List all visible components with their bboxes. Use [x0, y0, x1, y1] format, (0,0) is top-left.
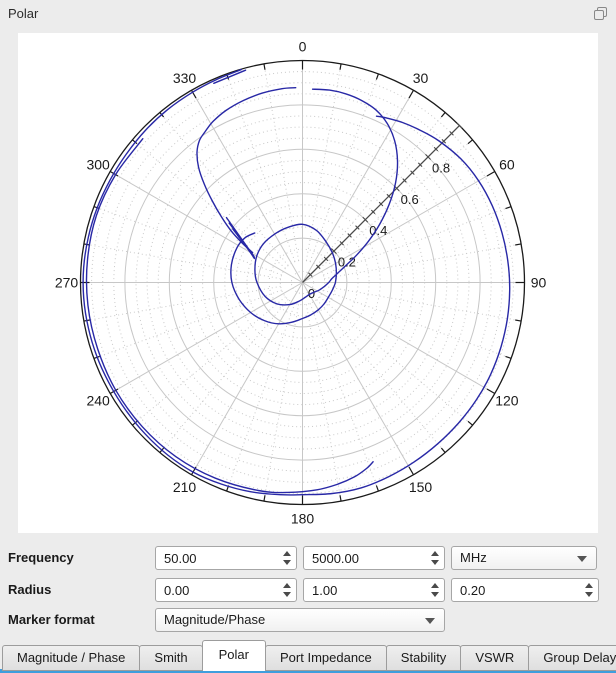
- svg-text:0.6: 0.6: [401, 192, 419, 207]
- marker-format-combobox[interactable]: Magnitude/Phase: [155, 608, 445, 632]
- frequency-stop-input[interactable]: [305, 548, 428, 568]
- svg-text:300: 300: [86, 157, 110, 173]
- tab-group-delay[interactable]: Group Delay: [528, 645, 616, 671]
- svg-text:210: 210: [173, 479, 197, 495]
- frequency-label: Frequency: [8, 550, 74, 565]
- spin-down-icon[interactable]: [430, 560, 439, 565]
- frequency-stop-spinbox[interactable]: [303, 546, 445, 570]
- svg-text:0: 0: [299, 39, 307, 55]
- dock-titlebar: Polar: [0, 0, 616, 28]
- tab-magnitude-phase[interactable]: Magnitude / Phase: [2, 645, 141, 671]
- spin-up-icon[interactable]: [282, 551, 291, 556]
- svg-text:120: 120: [495, 393, 519, 409]
- radius-label: Radius: [8, 582, 52, 597]
- spin-arrows[interactable]: [425, 579, 444, 601]
- svg-text:0.8: 0.8: [432, 160, 450, 175]
- polar-chart: 0 30 60 90 120 150 180 210 240 270 300 330 0 0.2 0.4 0.…: [18, 33, 598, 533]
- frequency-unit-combobox[interactable]: MHz: [451, 546, 597, 570]
- radius-step-spinbox[interactable]: [451, 578, 599, 602]
- tab-vswr[interactable]: VSWR: [460, 645, 530, 671]
- spin-down-icon[interactable]: [584, 592, 593, 597]
- svg-text:0.2: 0.2: [338, 255, 356, 270]
- svg-text:60: 60: [499, 157, 515, 173]
- spin-down-icon[interactable]: [282, 560, 291, 565]
- frequency-start-spinbox[interactable]: [155, 546, 297, 570]
- spin-arrows[interactable]: [277, 579, 296, 601]
- dock-title: Polar: [8, 6, 39, 21]
- spin-up-icon[interactable]: [584, 583, 593, 588]
- svg-text:180: 180: [291, 511, 315, 527]
- float-restore-icon[interactable]: [592, 5, 609, 22]
- spin-up-icon[interactable]: [282, 583, 291, 588]
- tab-polar[interactable]: Polar: [201, 640, 266, 671]
- radius-max-spinbox[interactable]: [303, 578, 445, 602]
- svg-text:30: 30: [413, 70, 429, 86]
- tab-smith[interactable]: Smith: [139, 645, 203, 671]
- tab-port-impedance[interactable]: Port Impedance: [265, 645, 387, 671]
- radius-min-spinbox[interactable]: [155, 578, 297, 602]
- svg-text:90: 90: [531, 275, 547, 291]
- chevron-down-icon: [577, 556, 587, 562]
- radius-min-input[interactable]: [157, 580, 280, 600]
- polar-chart-svg: 030609012015018021024027030033000.20.40.…: [55, 39, 547, 527]
- radius-max-input[interactable]: [305, 580, 428, 600]
- chevron-down-icon: [425, 618, 435, 624]
- radius-step-input[interactable]: [453, 580, 582, 600]
- spin-up-icon[interactable]: [430, 551, 439, 556]
- spin-down-icon[interactable]: [430, 592, 439, 597]
- svg-text:270: 270: [55, 275, 79, 291]
- svg-text:150: 150: [409, 479, 433, 495]
- svg-text:330: 330: [173, 70, 197, 86]
- frequency-start-input[interactable]: [157, 548, 280, 568]
- chart-tabbar: Magnitude / Phase Smith Polar Port Imped…: [2, 640, 616, 671]
- svg-text:240: 240: [86, 393, 110, 409]
- frequency-unit-value: MHz: [460, 550, 487, 565]
- spin-up-icon[interactable]: [430, 583, 439, 588]
- spin-arrows[interactable]: [579, 579, 598, 601]
- spin-arrows[interactable]: [277, 547, 296, 569]
- marker-format-label: Marker format: [8, 612, 95, 627]
- spin-arrows[interactable]: [425, 547, 444, 569]
- tab-stability[interactable]: Stability: [385, 645, 462, 671]
- spin-down-icon[interactable]: [282, 592, 291, 597]
- marker-format-value: Magnitude/Phase: [164, 612, 266, 627]
